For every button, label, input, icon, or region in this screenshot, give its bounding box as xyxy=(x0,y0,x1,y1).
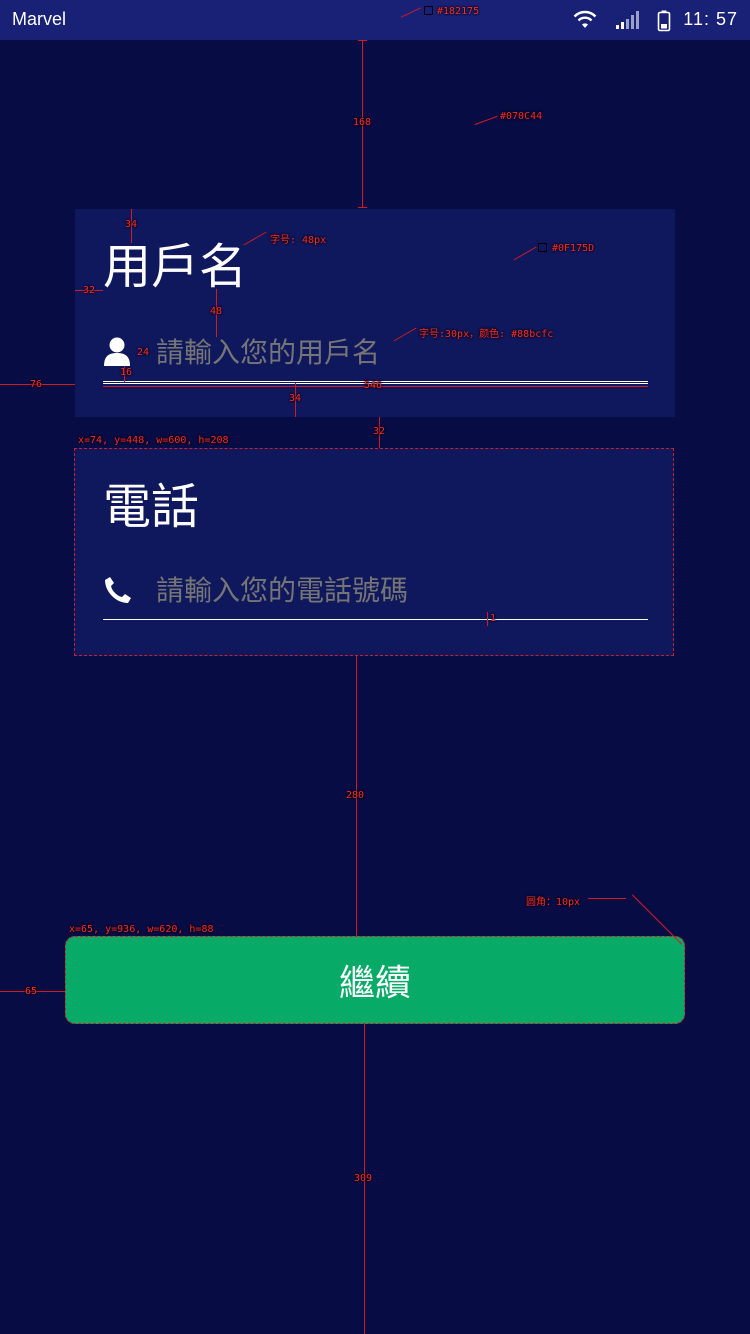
gap-top-cap-a xyxy=(358,40,367,41)
gap-bottom-note: 309 xyxy=(354,1173,373,1184)
card-gap-note: 32 xyxy=(373,426,386,437)
title-pad-note: 34 xyxy=(125,219,138,230)
battery-icon xyxy=(657,10,671,32)
username-label: 用戶名 xyxy=(103,239,248,295)
user-icon xyxy=(104,337,130,366)
gap-top-note: 168 xyxy=(353,117,372,128)
status-color-swatch xyxy=(424,6,433,15)
phone-label: 電話 xyxy=(103,479,200,535)
phone-underline xyxy=(103,619,648,620)
card-color-note: #0F175D xyxy=(552,243,595,254)
gap-mid-note: 280 xyxy=(346,790,365,801)
gap-top-cap-b xyxy=(358,207,367,208)
continue-button[interactable]: 繼續 xyxy=(65,936,685,1024)
status-color-note: #182175 xyxy=(437,6,480,17)
bg-color-note: #070C44 xyxy=(500,111,543,122)
carrier-label: Marvel xyxy=(12,9,67,29)
username-input[interactable] xyxy=(156,336,636,370)
bg-color-pointer xyxy=(474,115,498,126)
button-left-note: 65 xyxy=(25,986,38,997)
title-font-note: 字号: 48px xyxy=(270,235,327,246)
phone-box-note: x=74, y=448, w=600, h=208 xyxy=(78,435,229,446)
title-gap-note: 48 xyxy=(210,306,223,317)
button-box-note: x=65, y=936, w=620, h=88 xyxy=(69,924,214,935)
phone-input[interactable] xyxy=(156,574,636,608)
clock: 11: 57 xyxy=(683,9,738,29)
left-pad-note: 32 xyxy=(83,285,96,296)
card-color-swatch xyxy=(538,243,547,252)
wifi-icon xyxy=(573,10,597,28)
radius-note: 圆角：10px xyxy=(526,897,581,908)
signal-icon xyxy=(616,11,639,29)
line-width-note: 546 xyxy=(364,380,383,391)
line-thick-note: 1 xyxy=(490,613,497,624)
radius-pointer-a xyxy=(588,898,626,899)
page-left-note: 76 xyxy=(30,379,43,390)
bottom-pad-note: 34 xyxy=(289,393,302,404)
icon-gap-note: 24 xyxy=(137,347,150,358)
phone-icon xyxy=(105,577,131,603)
placeholder-font-note: 字号:30px，颜色: #88bcfc xyxy=(419,329,554,340)
line-thick-marker xyxy=(487,612,488,626)
icon-pad-note: 16 xyxy=(120,367,133,378)
